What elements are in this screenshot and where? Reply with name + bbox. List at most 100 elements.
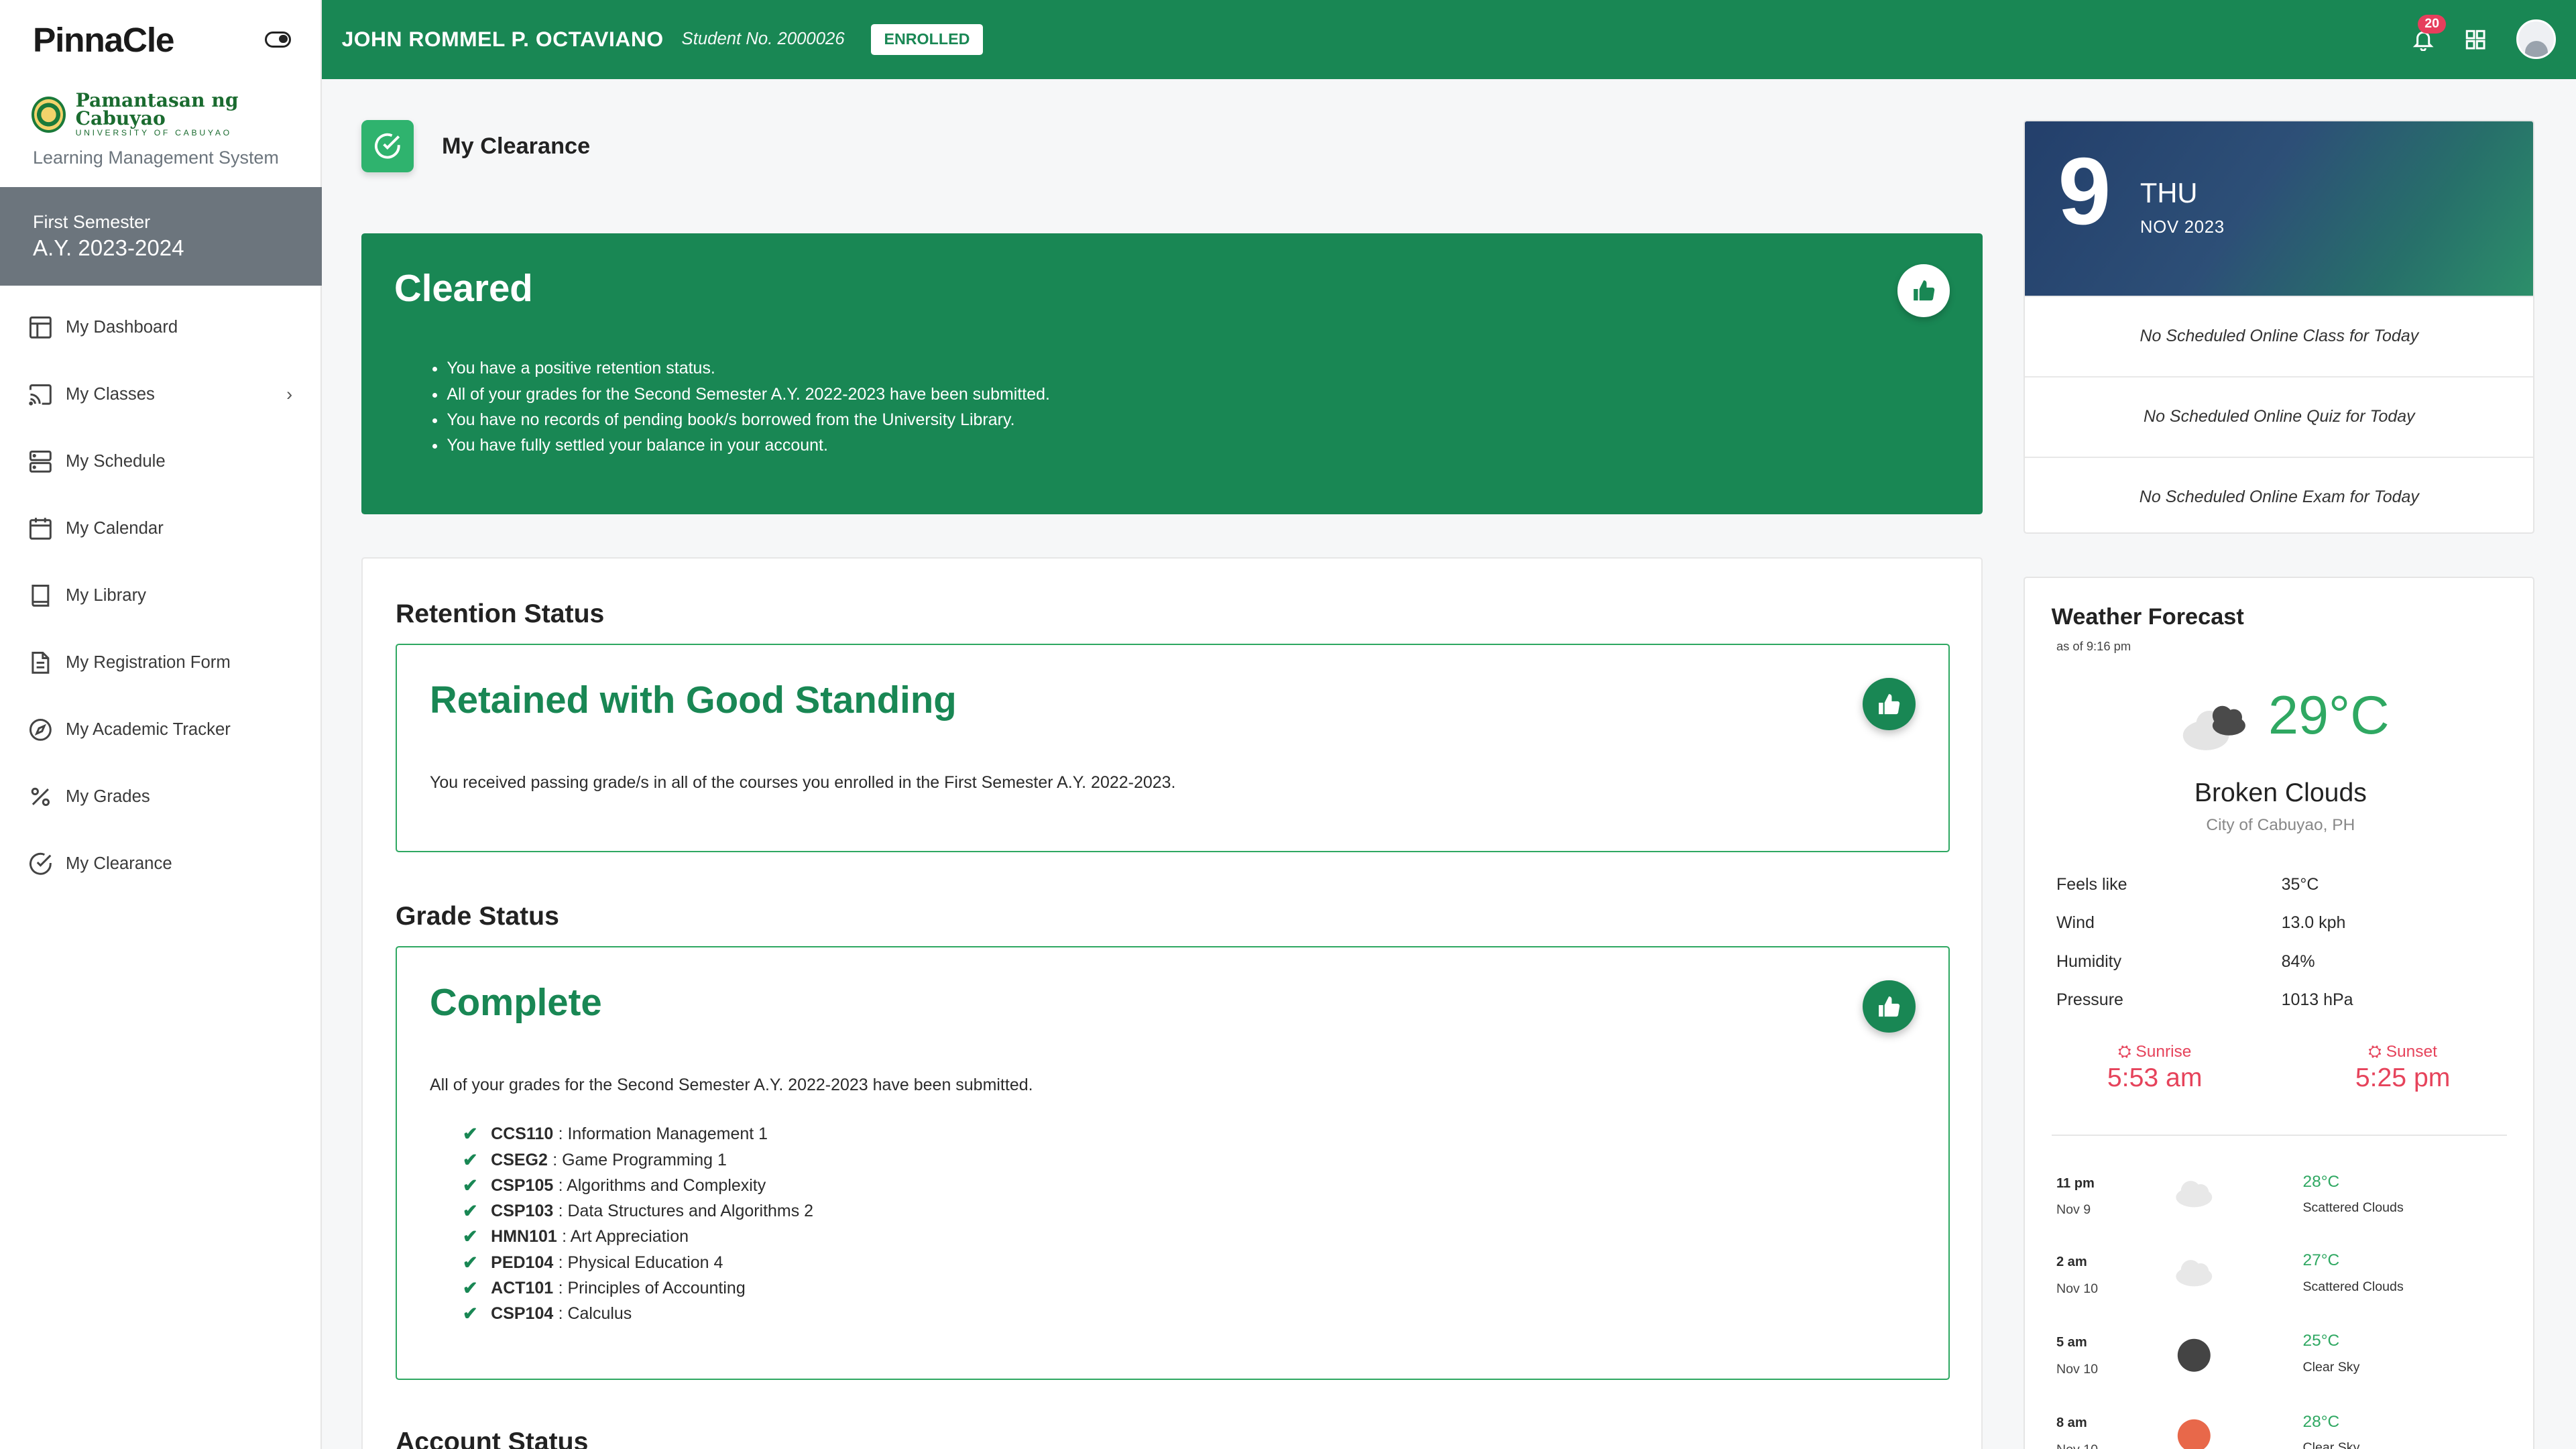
sidebar-item-label: My Classes bbox=[65, 384, 155, 404]
date-header: 9 THU NOV 2023 bbox=[2025, 121, 2534, 296]
detail-label: Humidity bbox=[2056, 951, 2122, 971]
course-code: CSP104 bbox=[491, 1303, 554, 1323]
weather-updated: as of 9:16 pm bbox=[2056, 638, 2131, 653]
notifications-button[interactable]: 20 bbox=[2412, 15, 2446, 52]
forecast-date: Nov 10 bbox=[2056, 1281, 2099, 1296]
detail-value: 35°C bbox=[2281, 874, 2319, 894]
cast-icon bbox=[28, 384, 52, 406]
cleared-banner: Cleared You have a positive retention st… bbox=[361, 233, 1983, 514]
sidebar-item-label: My Calendar bbox=[65, 518, 164, 538]
thumbs-up-icon bbox=[1913, 280, 1935, 301]
check-icon: ✔ bbox=[463, 1226, 478, 1247]
forecast-time: 5 am bbox=[2056, 1335, 2087, 1350]
sidebar-toggle-icon[interactable] bbox=[264, 31, 292, 48]
check-icon: ✔ bbox=[463, 1201, 478, 1222]
schedule-row-quiz: No Scheduled Online Quiz for Today bbox=[2025, 375, 2534, 457]
forecast-temp: 25°C bbox=[2302, 1332, 2340, 1350]
sidebar-item-dashboard[interactable]: My Dashboard bbox=[0, 294, 322, 361]
semester-panel: First Semester A.Y. 2023-2024 bbox=[0, 187, 323, 286]
forecast-desc: Clear Sky bbox=[2302, 1440, 2360, 1449]
sidebar-item-calendar[interactable]: My Calendar bbox=[0, 495, 322, 562]
sidebar-item-academic-tracker[interactable]: My Academic Tracker bbox=[0, 696, 322, 763]
today-card: 9 THU NOV 2023 No Scheduled Online Class… bbox=[2024, 119, 2535, 534]
sidebar-item-clearance[interactable]: My Clearance bbox=[0, 830, 322, 897]
compass-icon bbox=[29, 718, 52, 741]
sidebar-item-grades[interactable]: My Grades bbox=[0, 763, 322, 830]
sunrise-icon: ⛭ bbox=[2117, 1043, 2131, 1061]
list-item: ✔ HMN101: Art Appreciation bbox=[463, 1224, 813, 1249]
detail-label: Wind bbox=[2056, 913, 2095, 933]
forecast-row: 8 am Nov 10 28°C Clear Sky bbox=[2056, 1409, 2516, 1449]
schedule-row-class: No Scheduled Online Class for Today bbox=[2025, 295, 2534, 376]
detail-row: Humidity 84% bbox=[2056, 943, 2353, 982]
university-seal-icon bbox=[31, 97, 66, 133]
thumbs-up-icon bbox=[1879, 996, 1900, 1017]
course-code: HMN101 bbox=[491, 1227, 557, 1247]
notification-count: 20 bbox=[2418, 15, 2446, 34]
status-card: Retention Status Retained with Good Stan… bbox=[361, 557, 1983, 1449]
course-name: : Principles of Accounting bbox=[558, 1278, 746, 1297]
forecast-row: 2 am Nov 10 27°C Scattered Clouds bbox=[2056, 1249, 2516, 1328]
forecast-date: Nov 10 bbox=[2056, 1442, 2098, 1449]
check-icon: ✔ bbox=[463, 1149, 478, 1170]
broken-clouds-icon bbox=[2182, 706, 2245, 751]
sidebar-item-label: My Clearance bbox=[65, 854, 172, 873]
check-icon: ✔ bbox=[463, 1303, 478, 1324]
detail-value: 1013 hPa bbox=[2281, 990, 2353, 1010]
course-code: CSP105 bbox=[491, 1175, 554, 1195]
sunset-icon: ⛭ bbox=[2368, 1043, 2382, 1061]
student-number: Student No. 2000026 bbox=[681, 30, 845, 49]
thumbs-up-icon bbox=[1879, 694, 1900, 715]
forecast-time: 8 am bbox=[2056, 1415, 2087, 1431]
detail-value: 84% bbox=[2281, 951, 2315, 971]
avatar[interactable] bbox=[2516, 19, 2557, 60]
apps-grid-icon[interactable] bbox=[2464, 28, 2487, 51]
top-bar-actions: 20 bbox=[2412, 0, 2557, 79]
check-icon: ✔ bbox=[463, 1252, 478, 1273]
course-name: : Art Appreciation bbox=[562, 1227, 689, 1247]
sidebar-item-label: My Dashboard bbox=[65, 318, 178, 337]
sidebar-item-label: My Registration Form bbox=[65, 652, 231, 672]
app-logo[interactable]: PinnaCle bbox=[33, 19, 175, 60]
sidebar-item-schedule[interactable]: My Schedule bbox=[0, 428, 322, 495]
university-subname: UNIVERSITY OF CABUYAO bbox=[75, 128, 232, 138]
course-name: : Information Management 1 bbox=[558, 1124, 768, 1144]
check-icon: ✔ bbox=[463, 1277, 478, 1298]
percent-icon bbox=[31, 787, 50, 806]
thumbs-up-badge bbox=[1897, 264, 1950, 317]
course-name: : Data Structures and Algorithms 2 bbox=[558, 1202, 814, 1221]
page-header: My Clearance bbox=[361, 119, 590, 173]
weather-card: Weather Forecast as of 9:16 pm 29°C Brok… bbox=[2024, 576, 2535, 1449]
student-name: JOHN ROMMEL P. OCTAVIANO bbox=[341, 27, 664, 52]
account-section-title: Account Status bbox=[396, 1427, 589, 1449]
list-item: ✔ ACT101: Principles of Accounting bbox=[463, 1275, 813, 1301]
thumbs-up-badge bbox=[1863, 677, 1916, 731]
server-icon bbox=[29, 450, 52, 473]
list-item: ✔ CSEG2: Game Programming 1 bbox=[463, 1147, 813, 1173]
sunset-block: ⛭ Sunset 5:25 pm bbox=[2355, 1043, 2451, 1092]
date-day: 9 bbox=[2058, 138, 2111, 245]
forecast-temp: 28°C bbox=[2302, 1172, 2340, 1191]
user-silhouette-icon bbox=[2524, 40, 2548, 58]
forecast-row: 5 am Nov 10 25°C Clear Sky bbox=[2056, 1329, 2516, 1408]
sidebar-item-label: My Schedule bbox=[65, 451, 166, 471]
lms-label: Learning Management System bbox=[33, 147, 279, 168]
course-code: PED104 bbox=[491, 1253, 554, 1272]
university-name: Pamantasan ng Cabuyao bbox=[75, 89, 239, 130]
divider bbox=[2051, 1135, 2508, 1137]
course-code: CCS110 bbox=[491, 1124, 554, 1144]
grade-section-title: Grade Status bbox=[396, 901, 559, 931]
forecast-desc: Scattered Clouds bbox=[2302, 1279, 2404, 1295]
list-item: You have fully settled your balance in y… bbox=[447, 432, 1950, 458]
sidebar-item-registration-form[interactable]: My Registration Form bbox=[0, 629, 322, 696]
forecast-temp: 27°C bbox=[2302, 1251, 2340, 1270]
cleared-title: Cleared bbox=[394, 266, 533, 309]
list-item: ✔ CSP105: Algorithms and Complexity bbox=[463, 1173, 813, 1198]
forecast-time: 11 pm bbox=[2056, 1175, 2095, 1191]
schedule-row-exam: No Scheduled Online Exam for Today bbox=[2025, 456, 2534, 533]
sidebar-item-library[interactable]: My Library bbox=[0, 562, 322, 629]
grade-status-text: All of your grades for the Second Semest… bbox=[430, 1075, 1033, 1094]
list-item: All of your grades for the Second Semest… bbox=[447, 382, 1950, 407]
forecast-date: Nov 10 bbox=[2056, 1361, 2099, 1377]
sidebar-item-classes[interactable]: My Classes › bbox=[0, 361, 322, 428]
